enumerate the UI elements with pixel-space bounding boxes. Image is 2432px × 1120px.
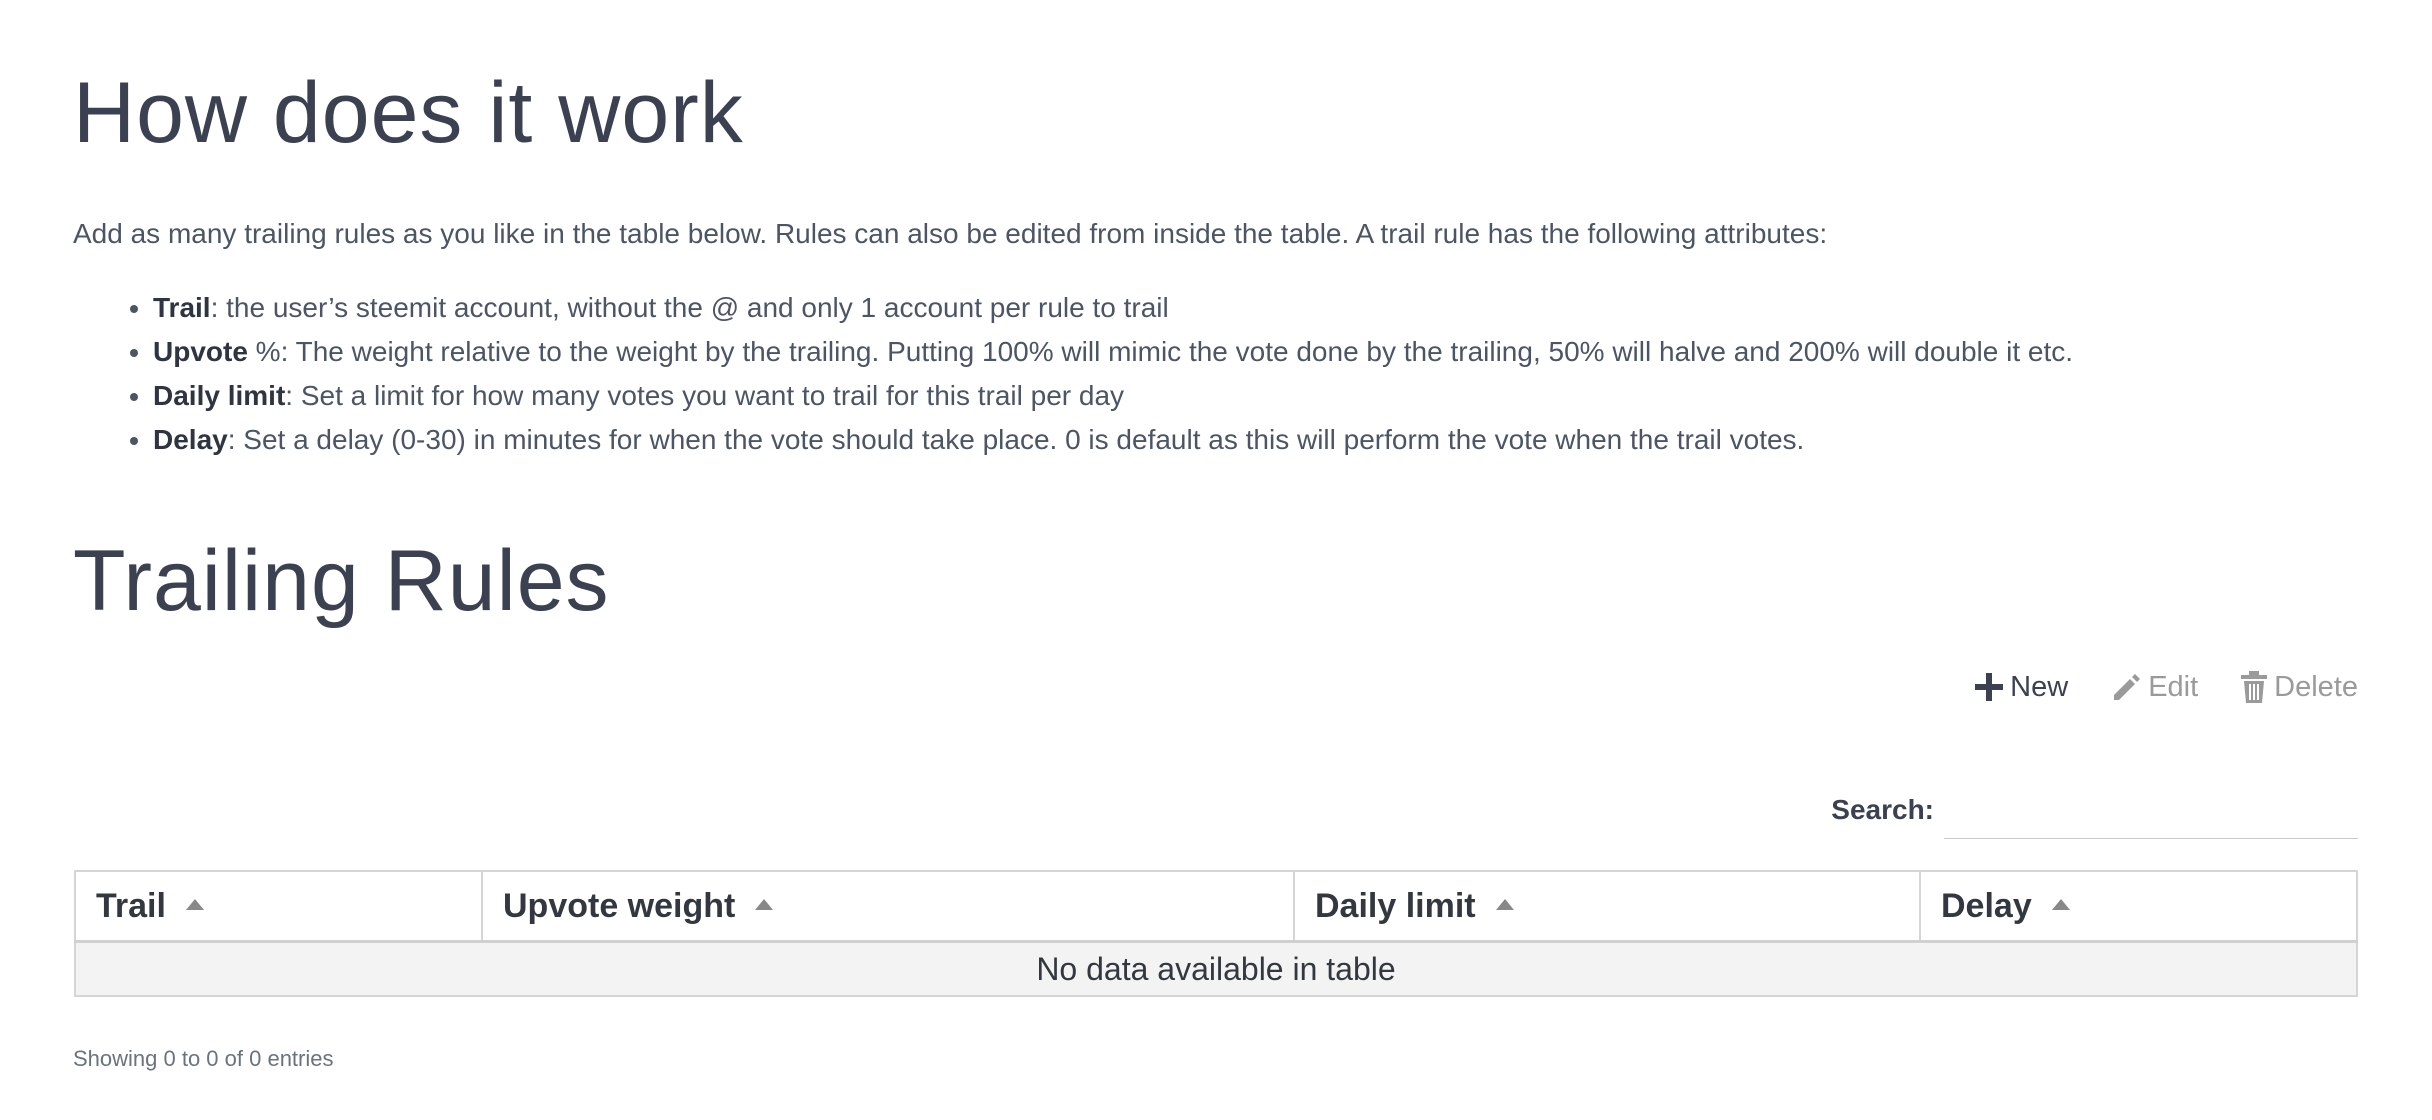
column-label: Delay: [1941, 886, 2032, 925]
attribute-desc: : Set a limit for how many votes you wan…: [285, 380, 1125, 411]
attribute-desc: : the user’s steemit account, without th…: [210, 292, 1169, 323]
sort-asc-icon: [1495, 899, 1514, 911]
sort-asc-icon: [755, 899, 774, 911]
search-input[interactable]: [1944, 780, 2358, 839]
attribute-desc: : Set a delay (0-30) in minutes for when…: [227, 424, 1805, 455]
column-header-trail[interactable]: Trail: [75, 871, 483, 943]
attribute-item-trail: Trail: the user’s steemit account, witho…: [153, 286, 2073, 330]
intro-text: Add as many trailing rules as you like i…: [73, 218, 1828, 249]
pencil-icon: [2114, 674, 2141, 700]
attribute-name: Daily limit: [153, 380, 286, 411]
attribute-list: Trail: the user’s steemit account, witho…: [73, 286, 2073, 462]
how-it-works-heading: How does it work: [73, 65, 744, 161]
attribute-name: Delay: [153, 424, 228, 455]
table-search: Search:: [1831, 780, 2358, 839]
column-label: Daily limit: [1315, 886, 1476, 925]
sort-asc-icon: [185, 899, 204, 911]
attribute-name: Trail: [153, 292, 211, 323]
attribute-item-delay: Delay: Set a delay (0-30) in minutes for…: [153, 418, 2073, 462]
attribute-desc: %: The weight relative to the weight by …: [247, 336, 2074, 367]
edit-button[interactable]: Edit: [2110, 671, 2198, 704]
plus-icon: [1975, 673, 2004, 701]
new-button[interactable]: New: [1974, 671, 2068, 704]
table-info: Showing 0 to 0 of 0 entries: [73, 1046, 334, 1071]
new-button-label: New: [2010, 670, 2069, 703]
column-header-upvote-weight[interactable]: Upvote weight: [482, 871, 1295, 943]
trash-icon: [2241, 671, 2268, 703]
delete-button-label: Delete: [2274, 670, 2358, 703]
attribute-item-daily-limit: Daily limit: Set a limit for how many vo…: [153, 374, 2073, 418]
column-header-daily-limit[interactable]: Daily limit: [1294, 871, 1921, 943]
empty-table-message: No data available in table: [75, 941, 2357, 996]
trailing-rules-table: Trail Upvote weight Daily limit Delay No…: [74, 870, 2358, 997]
column-label: Upvote weight: [503, 886, 736, 925]
column-label: Trail: [96, 886, 166, 925]
attribute-name: Upvote: [153, 336, 248, 367]
table-toolbar: New Edit Delete: [1974, 670, 2358, 704]
sort-asc-icon: [2051, 899, 2070, 911]
delete-button[interactable]: Delete: [2240, 670, 2358, 704]
table-row: No data available in table: [75, 941, 2357, 996]
column-header-delay[interactable]: Delay: [1920, 871, 2357, 943]
search-label: Search:: [1831, 793, 1934, 825]
attribute-item-upvote: Upvote %: The weight relative to the wei…: [153, 330, 2073, 374]
edit-button-label: Edit: [2148, 670, 2199, 703]
table-header-row: Trail Upvote weight Daily limit Delay: [75, 871, 2357, 943]
page: How does it work Add as many trailing ru…: [0, 0, 2432, 1120]
trailing-rules-heading: Trailing Rules: [73, 533, 610, 629]
